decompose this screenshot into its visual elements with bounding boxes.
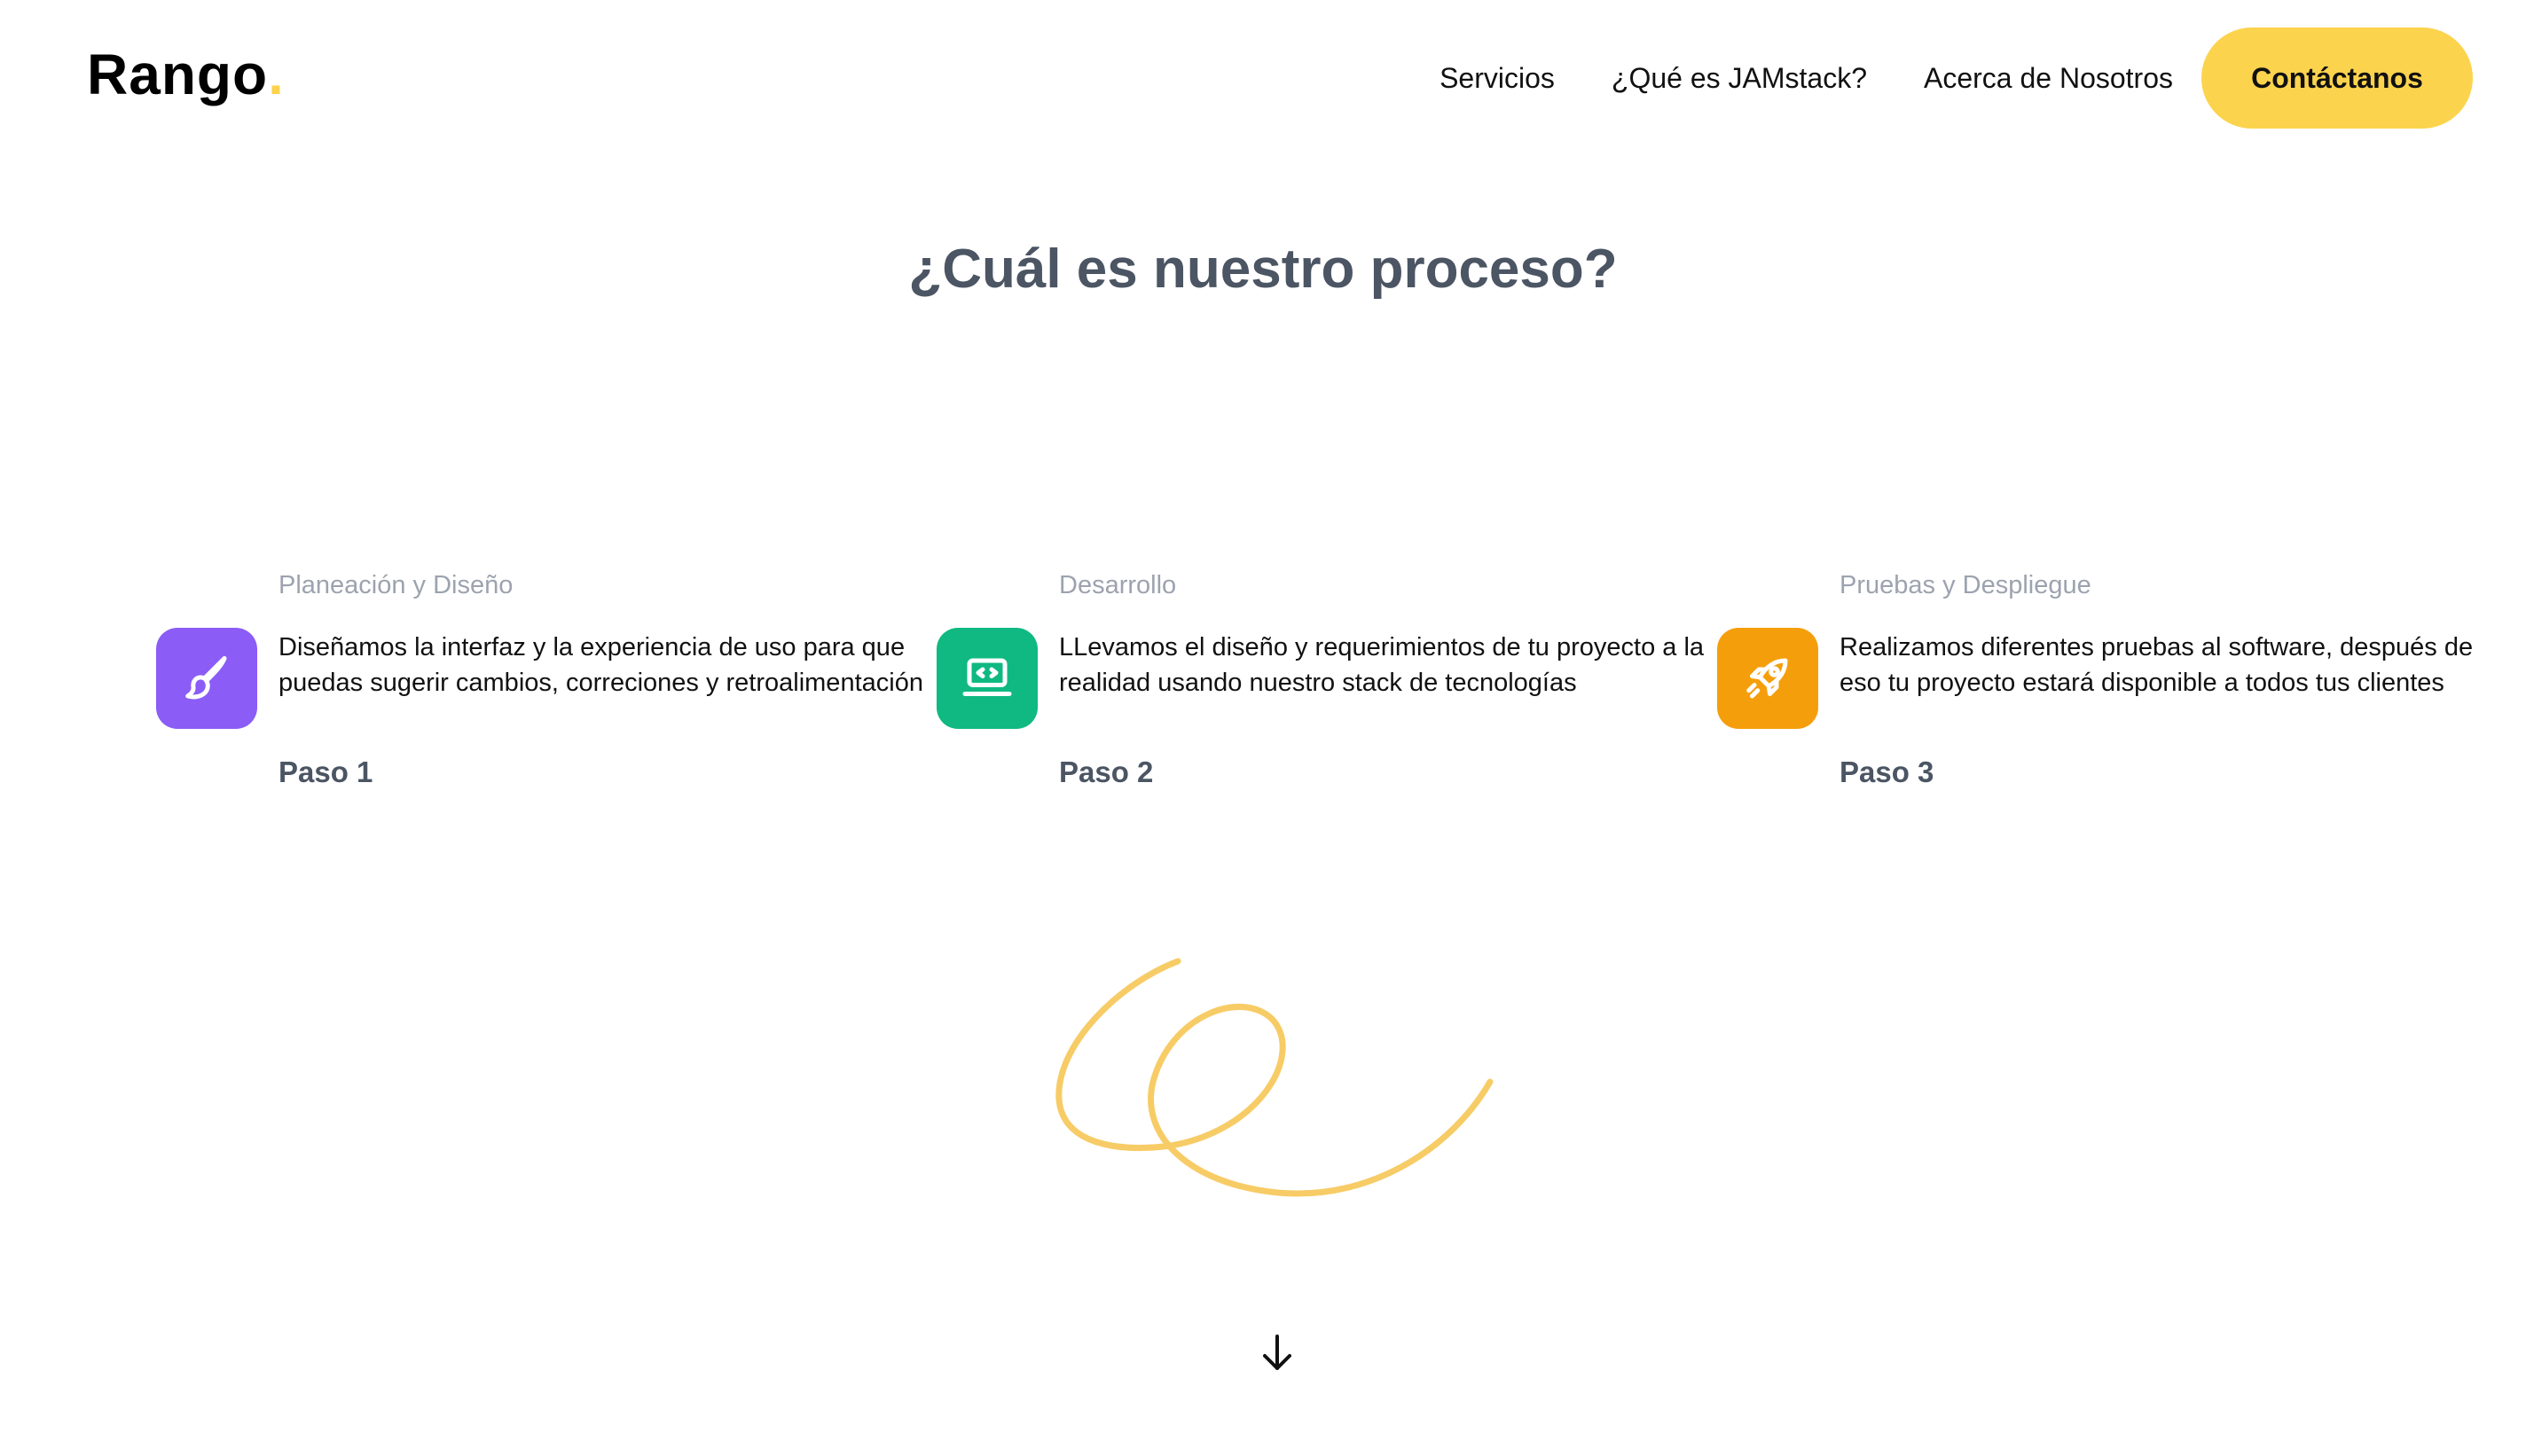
process-steps: Planeación y Diseño Diseñamos la interfa… — [156, 568, 2473, 789]
decorative-swirl — [1055, 958, 1494, 1197]
rocket-icon — [1717, 628, 1818, 729]
paintbrush-icon — [156, 628, 257, 729]
step-label: Paso 1 — [278, 755, 373, 788]
nav-link-jamstack[interactable]: ¿Qué es JAMstack? — [1612, 62, 1867, 95]
step-body: LLevamos el diseño y requerimientos de t… — [937, 628, 1717, 729]
nav-link-acerca[interactable]: Acerca de Nosotros — [1924, 62, 2173, 95]
main-nav: Servicios ¿Qué es JAMstack? Acerca de No… — [1440, 27, 2473, 129]
process-step-1: Planeación y Diseño Diseñamos la interfa… — [156, 568, 937, 789]
step-body: Diseñamos la interfaz y la experiencia d… — [156, 628, 937, 729]
step-label: Paso 2 — [1059, 755, 1154, 788]
step-body: Realizamos diferentes pruebas al softwar… — [1717, 628, 2498, 729]
step-category: Desarrollo — [1059, 571, 1177, 599]
step-category: Pruebas y Despliegue — [1840, 571, 2091, 599]
logo-text: Rango — [87, 43, 269, 106]
step-description: LLevamos el diseño y requerimientos de t… — [1059, 633, 1705, 697]
step-category: Planeación y Diseño — [278, 571, 514, 599]
step-description: Realizamos diferentes pruebas al softwar… — [1840, 633, 2474, 697]
logo-dot: . — [268, 43, 285, 106]
section-title: ¿Cuál es nuestro proceso? — [908, 239, 1618, 300]
logo[interactable]: Rango. — [87, 39, 285, 110]
laptop-code-icon — [937, 628, 1038, 729]
process-step-2: Desarrollo LLevamos el diseño y requerim… — [937, 568, 1717, 789]
process-step-3: Pruebas y Despliegue Realizamos diferent… — [1717, 568, 2498, 789]
contact-button[interactable]: Contáctanos — [2201, 27, 2473, 129]
arrow-down-icon[interactable] — [1251, 1327, 1304, 1380]
nav-link-servicios[interactable]: Servicios — [1440, 62, 1555, 95]
step-description: Diseñamos la interfaz y la experiencia d… — [278, 633, 923, 697]
page: Rango. Servicios ¿Qué es JAMstack? Acerc… — [0, 0, 2526, 1456]
step-label: Paso 3 — [1840, 755, 1934, 788]
